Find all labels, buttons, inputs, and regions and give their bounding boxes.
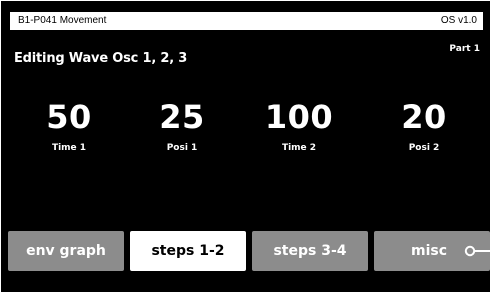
param-label: Posi 1 xyxy=(166,143,198,153)
param-time-2[interactable]: 100 Time 2 xyxy=(244,98,354,154)
param-posi-2[interactable]: 20 Posi 2 xyxy=(369,98,479,154)
param-label: Time 1 xyxy=(51,143,87,153)
tab-label: steps 1-2 xyxy=(151,243,225,259)
page-title: Editing Wave Osc 1, 2, 3 xyxy=(14,51,188,66)
param-label: Posi 2 xyxy=(408,143,440,153)
tab-label: misc xyxy=(410,243,448,259)
param-value: 50 xyxy=(46,98,92,136)
param-label: Time 2 xyxy=(281,143,317,153)
os-version: OS v1.0 xyxy=(440,15,477,26)
param-value: 20 xyxy=(401,98,447,136)
title-bar: B1-P041 Movement OS v1.0 xyxy=(10,12,483,30)
param-time-1[interactable]: 50 Time 1 xyxy=(14,98,124,154)
tab-env-graph[interactable]: env graph xyxy=(8,231,124,271)
part-label: Part 1 xyxy=(449,44,480,54)
param-value: 100 xyxy=(264,98,334,136)
knob-toggle-icon xyxy=(464,245,490,257)
tab-misc[interactable]: misc xyxy=(374,231,490,271)
patch-name: B1-P041 Movement xyxy=(18,15,107,26)
tab-steps-3-4[interactable]: steps 3-4 xyxy=(252,231,368,271)
tab-label: steps 3-4 xyxy=(273,243,347,259)
device-screen: B1-P041 Movement OS v1.0 Editing Wave Os… xyxy=(1,1,490,292)
param-value: 25 xyxy=(159,98,205,136)
tab-label: env graph xyxy=(26,243,106,259)
tab-steps-1-2[interactable]: steps 1-2 xyxy=(130,231,246,271)
param-posi-1[interactable]: 25 Posi 1 xyxy=(127,98,237,154)
